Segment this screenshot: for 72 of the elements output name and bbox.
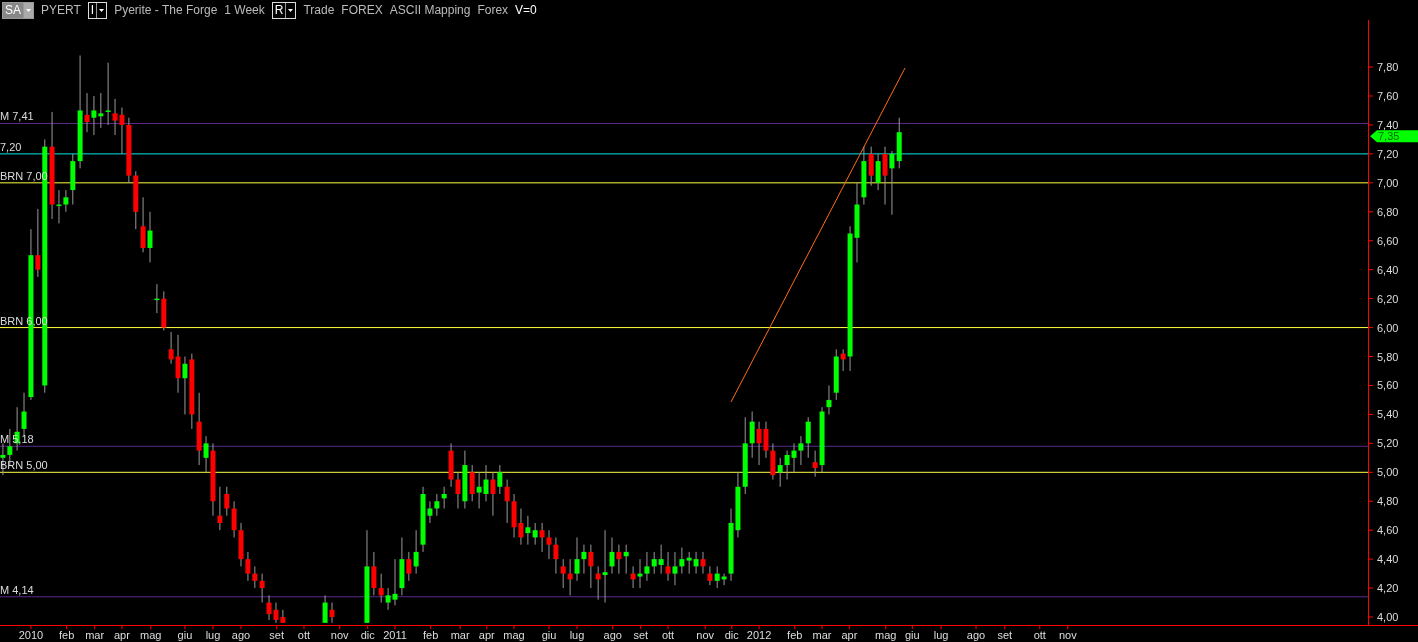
- level-label: BRN 5,00: [0, 459, 48, 472]
- x-tick-label: feb: [787, 629, 803, 641]
- y-tick-label: 7,20: [1377, 147, 1399, 160]
- x-tick-label: dic: [724, 629, 739, 641]
- y-tick-label: 5,80: [1377, 350, 1399, 363]
- x-tick-label: lug: [569, 629, 585, 641]
- header-label: Trade: [303, 3, 335, 17]
- header-label: FOREX: [341, 3, 383, 17]
- y-tick-label: 4,40: [1377, 553, 1399, 566]
- x-tick-label: mar: [85, 629, 105, 641]
- x-tick-label: mag: [140, 629, 162, 641]
- x-tick-label: apr: [114, 629, 130, 641]
- y-tick-label: 6,40: [1377, 263, 1399, 276]
- level-label: M 4,14: [0, 583, 34, 596]
- x-tick-label: ott: [1033, 629, 1046, 641]
- x-tick-label: feb: [58, 629, 75, 641]
- x-tick-label: ago: [966, 629, 986, 641]
- x-tick-label: nov: [696, 629, 715, 641]
- dropdown[interactable]: I: [87, 1, 108, 19]
- y-tick-label: 5,60: [1377, 379, 1399, 392]
- x-tick-label: ago: [231, 629, 251, 641]
- x-tick-label: mar: [450, 629, 470, 641]
- header-label: ASCII Mapping: [389, 3, 471, 17]
- y-tick-label: 6,60: [1377, 234, 1399, 247]
- price-tag: 7,35: [1370, 130, 1418, 143]
- level-label: M 7,41: [0, 110, 34, 123]
- x-tick-label: mag: [875, 629, 897, 641]
- x-tick-label: lug: [205, 629, 221, 641]
- x-tick-label: nov: [330, 629, 349, 641]
- y-tick-label: 7,00: [1377, 176, 1399, 189]
- caret-icon: [23, 2, 33, 18]
- y-tick-label: 7,80: [1377, 61, 1399, 74]
- x-tick-label: apr: [841, 629, 858, 641]
- y-tick-label: 5,00: [1377, 466, 1399, 479]
- y-tick-label: 7,40: [1377, 118, 1399, 131]
- x-tick-label: mar: [812, 629, 832, 641]
- x-tick-label: 2012: [746, 629, 772, 641]
- x-tick-label: set: [997, 629, 1013, 641]
- y-tick-label: 4,60: [1377, 524, 1399, 537]
- y-tick-label: 6,20: [1377, 292, 1399, 305]
- x-tick-label: 2010: [18, 629, 44, 641]
- x-tick-label: giu: [541, 629, 557, 641]
- x-tick-label: mag: [503, 629, 525, 641]
- dropdown[interactable]: SA: [2, 1, 34, 19]
- x-tick-label: ott: [661, 629, 675, 641]
- x-tick-label: feb: [423, 629, 439, 641]
- y-tick-label: 4,20: [1377, 582, 1399, 595]
- y-tick-label: 5,40: [1377, 408, 1399, 421]
- header-label: Pyerite - The Forge: [114, 3, 218, 17]
- level-label: 7,20: [0, 140, 22, 153]
- y-tick-label: 5,20: [1377, 437, 1399, 450]
- y-tick-label: 6,00: [1377, 321, 1399, 334]
- x-tick-label: giu: [177, 629, 193, 641]
- x-tick-label: set: [269, 629, 285, 641]
- x-tick-label: lug: [933, 629, 949, 641]
- x-tick-label: ott: [297, 629, 311, 641]
- x-tick-label: set: [633, 629, 649, 641]
- x-tick-label: 2011: [383, 629, 407, 641]
- header-label: PYERT: [41, 3, 81, 17]
- x-tick-label: dic: [360, 629, 375, 641]
- x-tick-label: nov: [1058, 629, 1077, 641]
- y-tick-label: 7,60: [1377, 90, 1399, 102]
- header-value: V=0: [515, 3, 537, 17]
- header-label: Forex: [477, 3, 509, 17]
- header-label: 1 Week: [224, 3, 265, 17]
- x-tick-label: ago: [603, 629, 622, 641]
- y-tick-label: 4,80: [1377, 495, 1399, 508]
- x-tick-label: giu: [905, 629, 920, 641]
- y-tick-label: 4,00: [1377, 611, 1399, 624]
- x-tick-label: apr: [478, 629, 495, 641]
- dropdown[interactable]: R: [271, 1, 297, 19]
- y-tick-label: 6,80: [1377, 205, 1399, 218]
